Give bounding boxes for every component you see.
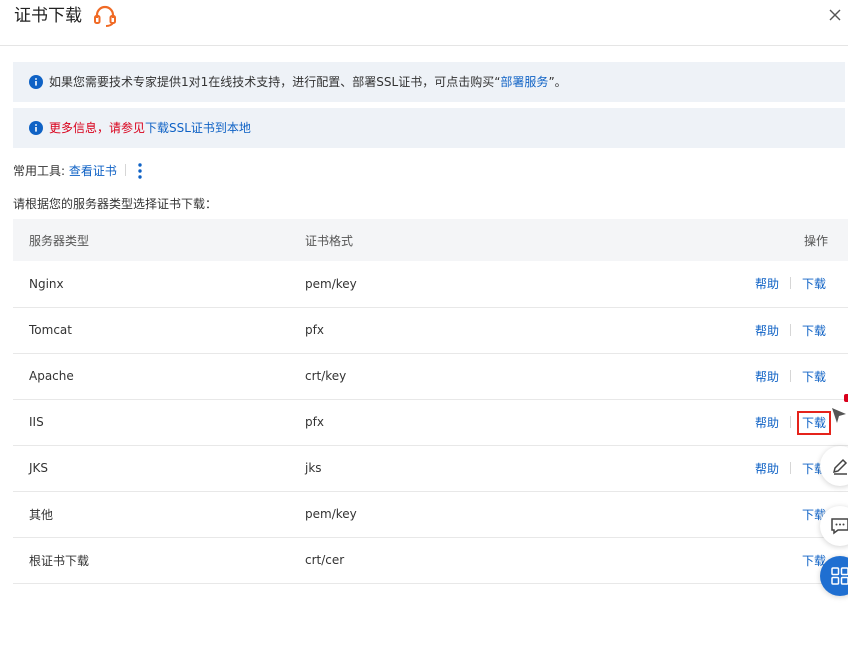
server-type-cell: Apache bbox=[29, 369, 74, 383]
help-link[interactable]: 帮助 bbox=[755, 324, 779, 338]
table-row: Tomcat pfx 帮助 下载 bbox=[13, 307, 848, 353]
chat-icon bbox=[831, 518, 848, 535]
cert-format-cell: pfx bbox=[305, 323, 324, 337]
table-row: JKS jks 帮助 下载 bbox=[13, 445, 848, 491]
cert-format-cell: crt/key bbox=[305, 369, 347, 383]
download-link-highlighted[interactable]: 下载 bbox=[796, 410, 832, 435]
table-header-row: 服务器类型 证书格式 操作 bbox=[13, 219, 848, 261]
help-link[interactable]: 帮助 bbox=[755, 277, 779, 291]
server-type-table: 服务器类型 证书格式 操作 Nginx pem/key 帮助 下载 Tomcat … bbox=[13, 219, 848, 584]
download-link[interactable]: 下载 bbox=[802, 324, 826, 338]
common-tools: 常用工具: 查看证书 bbox=[13, 162, 136, 180]
dialog-title: 证书下载 bbox=[14, 6, 82, 26]
tools-label: 常用工具: bbox=[13, 164, 66, 178]
server-type-cell: 其他 bbox=[29, 507, 54, 522]
server-type-cell: Tomcat bbox=[29, 323, 72, 337]
cert-format-cell: pem/key bbox=[305, 507, 357, 521]
more-vertical-icon[interactable] bbox=[136, 161, 144, 181]
consult-notice: 如果您需要技术专家提供1对1在线技术支持，进行配置、部署SSL证书，可点击购买“… bbox=[13, 62, 845, 102]
help-link[interactable]: 帮助 bbox=[755, 370, 779, 384]
action-divider bbox=[789, 415, 791, 428]
tools-divider bbox=[124, 164, 126, 176]
pin-icon[interactable] bbox=[830, 404, 848, 426]
cert-format-cell: crt/cer bbox=[305, 553, 345, 567]
consult-notice-text: 如果您需要技术专家提供1对1在线技术支持，进行配置、部署SSL证书，可点击购买“… bbox=[49, 74, 567, 90]
header-cert-format: 证书格式 bbox=[305, 233, 354, 248]
action-divider bbox=[789, 323, 791, 336]
notification-dot bbox=[844, 394, 848, 402]
download-link[interactable]: 下载 bbox=[802, 277, 826, 291]
deploy-service-link[interactable]: 部署服务 bbox=[500, 75, 548, 89]
table-row: Apache crt/key 帮助 下载 bbox=[13, 353, 848, 399]
info-icon bbox=[29, 75, 43, 89]
server-type-cell: Nginx bbox=[29, 276, 64, 291]
actions-cell: 下载 bbox=[625, 491, 848, 537]
edit-icon bbox=[832, 458, 848, 475]
consult-text-before: 如果您需要技术专家提供1对1在线技术支持，进行配置、部署SSL证书，可点击购买“ bbox=[49, 75, 501, 89]
actions-cell: 帮助 下载 bbox=[625, 399, 848, 445]
cert-format-cell: pfx bbox=[305, 415, 324, 429]
action-divider bbox=[789, 461, 791, 474]
more-info-notice: 更多信息，请参见下载SSL证书到本地 bbox=[13, 108, 845, 148]
cert-format-cell: jks bbox=[305, 461, 322, 475]
help-link[interactable]: 帮助 bbox=[755, 416, 779, 430]
download-ssl-doc-link[interactable]: 下载SSL证书到本地 bbox=[145, 121, 251, 135]
table-row: Nginx pem/key 帮助 下载 bbox=[13, 261, 848, 307]
server-type-cell: JKS bbox=[29, 461, 49, 475]
close-icon[interactable] bbox=[828, 8, 842, 22]
more-info-text: 更多信息，请参见下载SSL证书到本地 bbox=[49, 120, 251, 136]
apps-icon bbox=[831, 567, 848, 585]
actions-cell: 帮助 下载 bbox=[625, 261, 848, 307]
consult-text-after: ”。 bbox=[548, 75, 567, 89]
cert-format-cell: pem/key bbox=[305, 276, 357, 291]
table-row: IIS pfx 帮助 下载 bbox=[13, 399, 848, 445]
actions-cell: 帮助 下载 bbox=[625, 445, 848, 491]
action-divider bbox=[789, 277, 791, 290]
view-cert-link[interactable]: 查看证书 bbox=[69, 164, 117, 178]
apps-button[interactable] bbox=[820, 556, 848, 596]
server-type-cell: 根证书下载 bbox=[29, 553, 90, 568]
header-server-type: 服务器类型 bbox=[29, 233, 90, 248]
dialog-header: 证书下载 bbox=[0, 0, 848, 46]
headset-icon[interactable] bbox=[93, 5, 117, 27]
download-link[interactable]: 下载 bbox=[802, 370, 826, 384]
actions-cell: 帮助 下载 bbox=[625, 307, 848, 353]
header-actions: 操作 bbox=[803, 233, 828, 248]
table-row: 根证书下载 crt/cer 下载 bbox=[13, 537, 848, 583]
server-type-cell: IIS bbox=[29, 415, 44, 429]
table-row: 其他 pem/key 下载 bbox=[13, 491, 848, 537]
instruction-text: 请根据您的服务器类型选择证书下载： bbox=[13, 197, 218, 211]
more-info-text-before: 更多信息，请参见 bbox=[49, 121, 146, 135]
info-icon bbox=[29, 121, 43, 135]
actions-cell: 下载 bbox=[625, 537, 848, 583]
help-link[interactable]: 帮助 bbox=[755, 462, 779, 476]
action-divider bbox=[789, 369, 791, 382]
actions-cell: 帮助 下载 bbox=[625, 353, 848, 399]
